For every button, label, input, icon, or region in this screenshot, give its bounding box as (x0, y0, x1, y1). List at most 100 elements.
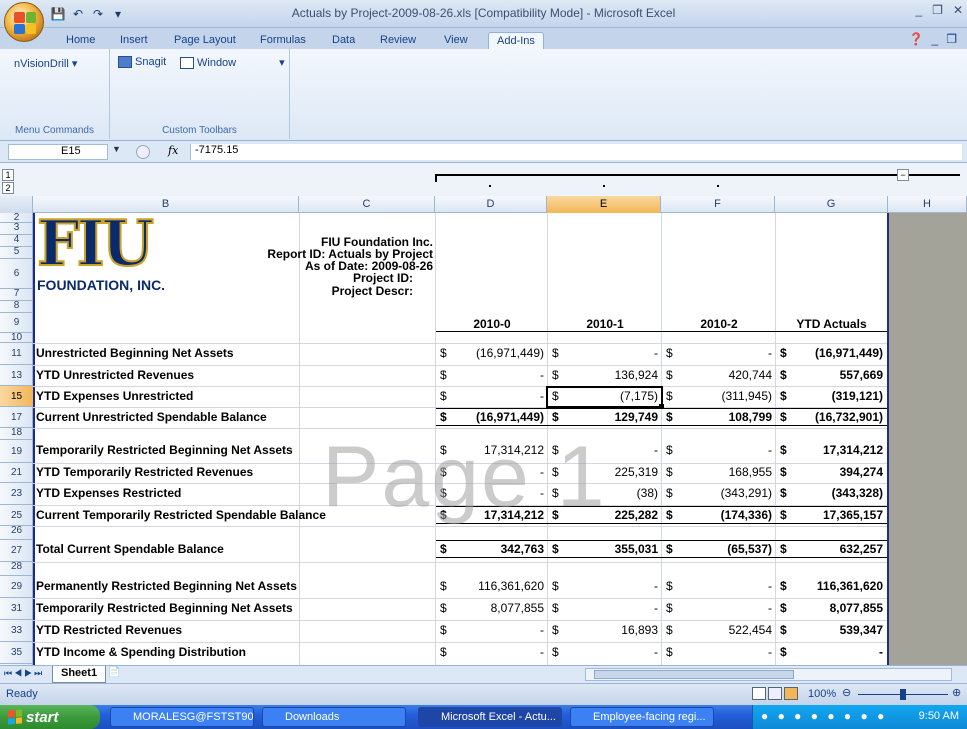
column-header-e[interactable]: E (547, 196, 661, 213)
amount-e[interactable]: - (548, 601, 658, 615)
insert-sheet-icon[interactable]: 📄 (108, 667, 120, 678)
amount-f[interactable]: (343,291) (662, 486, 772, 500)
amount-f[interactable]: (174,336) (662, 508, 772, 522)
row-header[interactable]: 26 (0, 526, 33, 540)
selected-cell-e15[interactable] (546, 386, 663, 408)
taskbar-item-excel[interactable]: Microsoft Excel - Actu... (418, 707, 562, 727)
line-label[interactable]: Current Temporarily Restricted Spendable… (36, 508, 436, 522)
amount-g[interactable]: 17,365,157 (776, 508, 883, 522)
amount-g[interactable]: - (776, 645, 883, 659)
amount-e[interactable]: - (548, 645, 658, 659)
amount-d[interactable]: (16,971,449) (436, 346, 544, 360)
name-box[interactable]: E15 (8, 144, 108, 160)
amount-e[interactable]: (38) (548, 486, 658, 500)
amount-d[interactable]: - (436, 623, 544, 637)
line-label[interactable]: YTD Expenses Restricted (36, 486, 436, 500)
column-header-c[interactable]: C (299, 196, 435, 213)
row-header[interactable]: 31 (0, 598, 33, 620)
row-header[interactable]: 25 (0, 505, 33, 526)
help-icon[interactable]: ❓ (909, 32, 924, 46)
tab-add-ins[interactable]: Add-Ins (488, 32, 544, 50)
row-header[interactable]: 6 (0, 259, 33, 289)
row-header[interactable]: 11 (0, 343, 33, 365)
amount-d[interactable]: 17,314,212 (436, 443, 544, 457)
amount-e[interactable]: 225,319 (548, 465, 658, 479)
page-break-view-icon[interactable] (784, 687, 798, 700)
close-button[interactable]: ✕ (953, 3, 963, 17)
amount-g[interactable]: 116,361,620 (776, 579, 883, 593)
line-label[interactable]: Permanently Restricted Beginning Net Ass… (36, 579, 436, 593)
amount-g[interactable]: 632,257 (776, 542, 883, 556)
row-header[interactable]: 9 (0, 313, 33, 333)
sheet-nav-arrows-icon[interactable]: ⏮◀▶⏭ (4, 668, 44, 679)
tab-insert[interactable]: Insert (112, 32, 156, 50)
amount-g[interactable]: (16,971,449) (776, 346, 883, 360)
line-label[interactable]: YTD Expenses Unrestricted (36, 389, 436, 403)
row-header[interactable]: 27 (0, 540, 33, 562)
tab-data[interactable]: Data (324, 32, 363, 50)
zoom-out-icon[interactable]: ⊖ (842, 686, 851, 699)
line-label[interactable]: Temporarily Restricted Beginning Net Ass… (36, 601, 436, 615)
amount-d[interactable]: - (436, 465, 544, 479)
tab-page-layout[interactable]: Page Layout (166, 32, 244, 50)
amount-d[interactable]: 342,763 (436, 542, 544, 556)
amount-d[interactable]: 116,361,620 (436, 579, 544, 593)
amount-d[interactable]: 17,314,212 (436, 508, 544, 522)
amount-d[interactable]: - (436, 645, 544, 659)
row-header[interactable]: 18 (0, 428, 33, 440)
amount-e[interactable]: 355,031 (548, 542, 658, 556)
row-header[interactable]: 8 (0, 301, 33, 313)
row-header-selected[interactable]: 15 (0, 386, 33, 407)
row-header[interactable]: 35 (0, 642, 33, 664)
restore-icon[interactable]: ❐ (946, 32, 957, 46)
maximize-button[interactable]: ❐ (932, 3, 943, 17)
amount-d[interactable]: (16,971,449) (436, 410, 544, 424)
taskbar-item[interactable]: Employee-facing regi... (570, 707, 714, 727)
line-label[interactable]: YTD Temporarily Restricted Revenues (36, 465, 436, 479)
taskbar-item[interactable]: MORALESG@FSTST90 (110, 707, 254, 727)
start-button[interactable]: start (0, 705, 100, 729)
page-layout-view-icon[interactable] (768, 687, 782, 700)
fill-handle[interactable] (659, 404, 664, 409)
amount-f[interactable]: - (662, 579, 772, 593)
taskbar-item[interactable]: Downloads (262, 707, 406, 727)
row-header[interactable]: 5 (0, 247, 33, 259)
line-label[interactable]: Temporarily Restricted Beginning Net Ass… (36, 443, 436, 457)
normal-view-icon[interactable] (752, 687, 766, 700)
line-label[interactable]: YTD Unrestricted Revenues (36, 368, 436, 382)
amount-g[interactable]: (343,328) (776, 486, 883, 500)
formula-input[interactable]: -7175.15 (190, 144, 962, 160)
line-label[interactable]: Total Current Spendable Balance (36, 542, 436, 556)
amount-g[interactable]: (16,732,901) (776, 410, 883, 424)
row-header[interactable]: 10 (0, 333, 33, 343)
amount-f[interactable]: - (662, 443, 772, 457)
amount-g[interactable]: 557,669 (776, 368, 883, 382)
amount-d[interactable]: - (436, 486, 544, 500)
row-header[interactable]: 21 (0, 463, 33, 483)
amount-e[interactable]: 16,893 (548, 623, 658, 637)
amount-f[interactable]: 522,454 (662, 623, 772, 637)
outline-level-1-button[interactable]: 1 (2, 169, 14, 181)
row-header[interactable]: 29 (0, 576, 33, 598)
column-header-f[interactable]: F (661, 196, 775, 213)
row-header[interactable]: 33 (0, 620, 33, 642)
column-header-h[interactable]: H (888, 196, 967, 213)
amount-d[interactable]: 8,077,855 (436, 601, 544, 615)
line-label[interactable]: YTD Restricted Revenues (36, 623, 436, 637)
amount-f[interactable]: 420,744 (662, 368, 772, 382)
row-header[interactable]: 23 (0, 483, 33, 505)
scrollbar-thumb[interactable] (594, 670, 794, 679)
amount-f[interactable]: - (662, 645, 772, 659)
amount-d[interactable]: - (436, 389, 544, 403)
tab-formulas[interactable]: Formulas (252, 32, 314, 50)
office-button[interactable] (4, 2, 44, 42)
amount-f[interactable]: - (662, 346, 772, 360)
amount-e[interactable]: 136,924 (548, 368, 658, 382)
column-header-d[interactable]: D (435, 196, 547, 213)
select-all-button[interactable] (0, 196, 33, 213)
amount-g[interactable]: (319,121) (776, 389, 883, 403)
insert-function-button[interactable]: fx (168, 144, 178, 157)
zoom-level[interactable]: 100% (808, 688, 836, 700)
name-box-dropdown-icon[interactable]: ▼ (112, 144, 126, 154)
amount-g[interactable]: 17,314,212 (776, 443, 883, 457)
